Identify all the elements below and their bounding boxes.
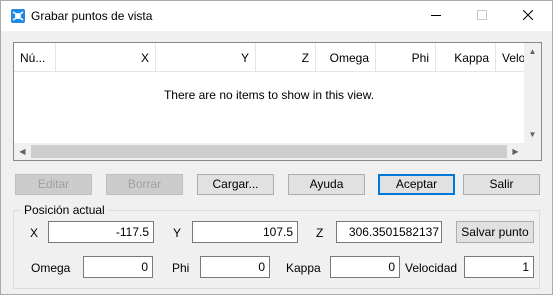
- z-field[interactable]: 306.3501582137: [336, 221, 442, 243]
- window-title: Grabar puntos de vista: [31, 9, 153, 23]
- y-label: Y: [173, 226, 182, 240]
- phi-field[interactable]: 0: [200, 256, 270, 278]
- close-button[interactable]: [505, 1, 551, 31]
- points-list[interactable]: Nú... X Y Z Omega Phi Kappa Veloci There…: [13, 42, 542, 161]
- borrar-button[interactable]: Borrar: [106, 174, 183, 195]
- ayuda-button[interactable]: Ayuda: [288, 174, 365, 195]
- omega-label: Omega: [31, 261, 71, 275]
- x-label: X: [30, 226, 39, 240]
- omega-field[interactable]: 0: [83, 256, 153, 278]
- close-icon: [522, 9, 534, 23]
- x-field[interactable]: -117.5: [48, 221, 154, 243]
- column-header-phi[interactable]: Phi: [376, 43, 436, 71]
- scroll-right-arrow-icon[interactable]: ▶: [507, 143, 524, 160]
- column-header-kappa[interactable]: Kappa: [436, 43, 496, 71]
- velocidad-field[interactable]: 1: [464, 256, 534, 278]
- kappa-field[interactable]: 0: [330, 256, 400, 278]
- column-header-numero[interactable]: Nú...: [14, 43, 56, 71]
- app-icon: [10, 8, 26, 24]
- horizontal-scroll-thumb[interactable]: [31, 145, 507, 158]
- column-header-omega[interactable]: Omega: [316, 43, 376, 71]
- scroll-up-arrow-icon[interactable]: ▲: [524, 43, 541, 60]
- scroll-down-arrow-icon[interactable]: ▼: [524, 126, 541, 143]
- column-header-y[interactable]: Y: [156, 43, 256, 71]
- scrollbar-corner: [524, 143, 541, 160]
- cargar-button[interactable]: Cargar...: [197, 174, 274, 195]
- position-group-label: Posición actual: [21, 203, 108, 217]
- phi-label: Phi: [172, 261, 190, 275]
- column-header-x[interactable]: X: [56, 43, 156, 71]
- column-header-z[interactable]: Z: [256, 43, 316, 71]
- salir-button[interactable]: Salir: [463, 174, 540, 195]
- velocidad-label: Velocidad: [405, 261, 458, 275]
- empty-list-message: There are no items to show in this view.: [163, 88, 375, 102]
- maximize-button[interactable]: [459, 1, 505, 31]
- z-label: Z: [316, 226, 324, 240]
- horizontal-scrollbar[interactable]: ◀ ▶: [14, 143, 524, 160]
- minimize-button[interactable]: [413, 1, 459, 31]
- editar-button[interactable]: Editar: [15, 174, 92, 195]
- column-header-velocidad[interactable]: Veloci: [496, 43, 524, 71]
- y-field[interactable]: 107.5: [192, 221, 298, 243]
- vertical-scrollbar[interactable]: ▲ ▼: [524, 43, 541, 143]
- salvar-punto-button[interactable]: Salvar punto: [456, 221, 534, 243]
- aceptar-button[interactable]: Aceptar: [378, 174, 455, 195]
- list-header: Nú... X Y Z Omega Phi Kappa Veloci: [14, 43, 524, 72]
- maximize-icon: [477, 9, 487, 23]
- dialog-window: Grabar puntos de vista Nú... X Y Z Omega…: [0, 0, 553, 295]
- title-bar[interactable]: Grabar puntos de vista: [1, 1, 552, 31]
- scroll-left-arrow-icon[interactable]: ◀: [14, 143, 31, 160]
- kappa-label: Kappa: [286, 261, 321, 275]
- minimize-icon: [431, 9, 441, 23]
